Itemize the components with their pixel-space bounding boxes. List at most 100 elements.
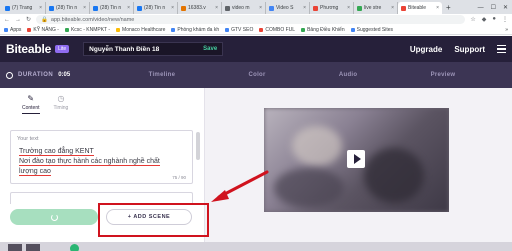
tab-favicon-icon [181, 5, 186, 11]
browser-tab[interactable]: Biteable × [398, 2, 442, 14]
bookmark-item[interactable]: Suggested Sites [350, 26, 394, 33]
browser-tab[interactable]: Video S × [266, 2, 310, 14]
star-icon[interactable]: ☆ [470, 16, 475, 23]
bookmark-item[interactable]: Bảng Điều Khiển [301, 27, 345, 33]
stopwatch-icon: ◷ [57, 94, 65, 103]
step-timeline[interactable]: Timeline [149, 72, 176, 78]
spinner-icon [50, 213, 58, 221]
bookmark-item[interactable]: GTV SEO [225, 27, 253, 33]
upgrade-link[interactable]: Upgrade [410, 45, 442, 54]
tab-favicon-icon [269, 5, 274, 11]
panel-scrollbar[interactable] [196, 132, 200, 160]
bookmark-favicon-icon [225, 27, 230, 32]
more-menu-icon[interactable]: ⋮ [502, 16, 508, 23]
tab-close-icon[interactable]: × [215, 5, 218, 11]
support-link[interactable]: Support [454, 45, 485, 54]
tab-favicon-icon [137, 5, 142, 11]
scene-thumbnail[interactable] [8, 244, 22, 251]
hamburger-menu-icon[interactable] [497, 44, 506, 54]
browser-tab[interactable]: 16383.v × [178, 2, 222, 14]
tab-favicon-icon [93, 5, 98, 11]
loading-button[interactable] [10, 209, 98, 225]
lock-icon: 🔒 [41, 16, 48, 23]
tab-close-icon[interactable]: × [303, 5, 306, 11]
step-preview[interactable]: Preview [431, 72, 456, 78]
back-icon[interactable]: ← [4, 17, 10, 23]
bookmark-item[interactable]: Phòng khám đa kh [171, 27, 219, 33]
forward-icon[interactable]: → [15, 17, 21, 23]
tab-close-icon[interactable]: × [436, 5, 439, 11]
bookmark-item[interactable]: Monaco Healthcare [116, 27, 165, 33]
tab-content[interactable]: ✎ Content [22, 94, 40, 114]
step-audio[interactable]: Audio [339, 72, 358, 78]
bookmark-label: GTV SEO [231, 26, 254, 33]
video-preview[interactable] [264, 108, 449, 212]
profile-icon[interactable]: ● [492, 16, 496, 23]
text-line: Trường cao đẳng KENT [19, 148, 94, 156]
bookmark-label: Suggested Sites [356, 26, 394, 33]
browser-tab[interactable]: Phương × [310, 2, 354, 14]
tab-favicon-icon [357, 5, 362, 11]
tab-favicon-icon [49, 5, 54, 11]
project-name-field[interactable]: Nguyễn Thanh Điền 18 Save [83, 42, 224, 56]
tab-close-icon[interactable]: × [83, 5, 86, 11]
scene-text-input[interactable]: Your text Trường cao đẳng KENT Nơi đào t… [10, 130, 193, 184]
tab-timing[interactable]: ◷ Timing [54, 94, 69, 114]
browser-tab[interactable]: (28) Tin n × [134, 2, 178, 14]
annotation-highlight-box [98, 203, 209, 237]
bookmark-label: Phòng khám đa kh [177, 26, 220, 33]
bookmark-item[interactable]: KỸ NĂNG - [27, 27, 59, 33]
tab-close-icon[interactable]: × [347, 5, 350, 11]
biteable-logo[interactable]: Biteable [6, 42, 51, 56]
extension-icon[interactable]: ◆ [482, 16, 487, 23]
tab-favicon-icon [401, 5, 406, 11]
window-controls: — ☐ ✕ [478, 2, 512, 14]
maximize-icon[interactable]: ☐ [491, 2, 496, 14]
browser-tab[interactable]: live stre × [354, 2, 398, 14]
bookmark-item[interactable]: COMBO FUL [259, 27, 295, 33]
bookmark-item[interactable]: Apps [4, 27, 21, 33]
browser-tab[interactable]: (28) Tin n × [90, 2, 134, 14]
tab-close-icon[interactable]: × [127, 5, 130, 11]
char-counter: 75 / 90 [172, 175, 186, 180]
tab-label: 16383.v [188, 5, 206, 11]
tab-close-icon[interactable]: × [171, 5, 174, 11]
browser-tab[interactable]: (7) Trang × [2, 2, 46, 14]
bookmark-favicon-icon [64, 27, 69, 32]
tab-timing-label: Timing [53, 105, 69, 111]
bookmark-label: KỸ NĂNG - [33, 26, 59, 33]
tab-close-icon[interactable]: × [391, 5, 394, 11]
browser-tab[interactable]: video m × [222, 2, 266, 14]
bookmark-item[interactable]: Kcsc - KNMPKT - [64, 27, 110, 33]
close-icon[interactable]: ✕ [503, 2, 508, 14]
bookmark-label: Bảng Điều Khiển [307, 26, 345, 33]
annotation-arrow [211, 170, 269, 202]
url-field[interactable]: 🔒 app.biteable.com/video/new/name [36, 15, 466, 24]
tab-content-label: Content [22, 105, 40, 111]
pencil-icon: ✎ [27, 94, 35, 103]
tab-label: live stre [364, 5, 382, 11]
tab-close-icon[interactable]: × [259, 5, 262, 11]
minimize-icon[interactable]: — [478, 2, 484, 14]
bookmark-favicon-icon [4, 27, 8, 32]
scene-thumbnail[interactable] [26, 244, 40, 251]
tab-close-icon[interactable]: × [39, 5, 42, 11]
tab-favicon-icon [225, 5, 230, 11]
play-button[interactable] [347, 150, 365, 168]
reload-icon[interactable]: ↻ [26, 16, 31, 23]
step-nav: Timeline Color Audio Preview [112, 62, 492, 88]
bookmark-favicon-icon [116, 27, 121, 32]
tab-label: (28) Tin n [144, 5, 166, 11]
browser-tab[interactable]: (28) Tin n × [46, 2, 90, 14]
scene-thumbnail-strip [0, 242, 512, 251]
save-button[interactable]: Save [203, 46, 217, 52]
bookmarks-overflow-icon[interactable]: » [505, 27, 508, 33]
bookmark-favicon-icon [301, 27, 306, 32]
new-tab-button[interactable]: + [442, 2, 455, 14]
preview-image [292, 126, 342, 166]
step-color[interactable]: Color [248, 72, 265, 78]
step-bar: DURATION 0:05 Timeline Color Audio Previ… [0, 62, 512, 88]
preview-image [364, 148, 424, 203]
add-scene-circle-icon[interactable] [70, 244, 79, 251]
project-name: Nguyễn Thanh Điền 18 [89, 45, 160, 53]
